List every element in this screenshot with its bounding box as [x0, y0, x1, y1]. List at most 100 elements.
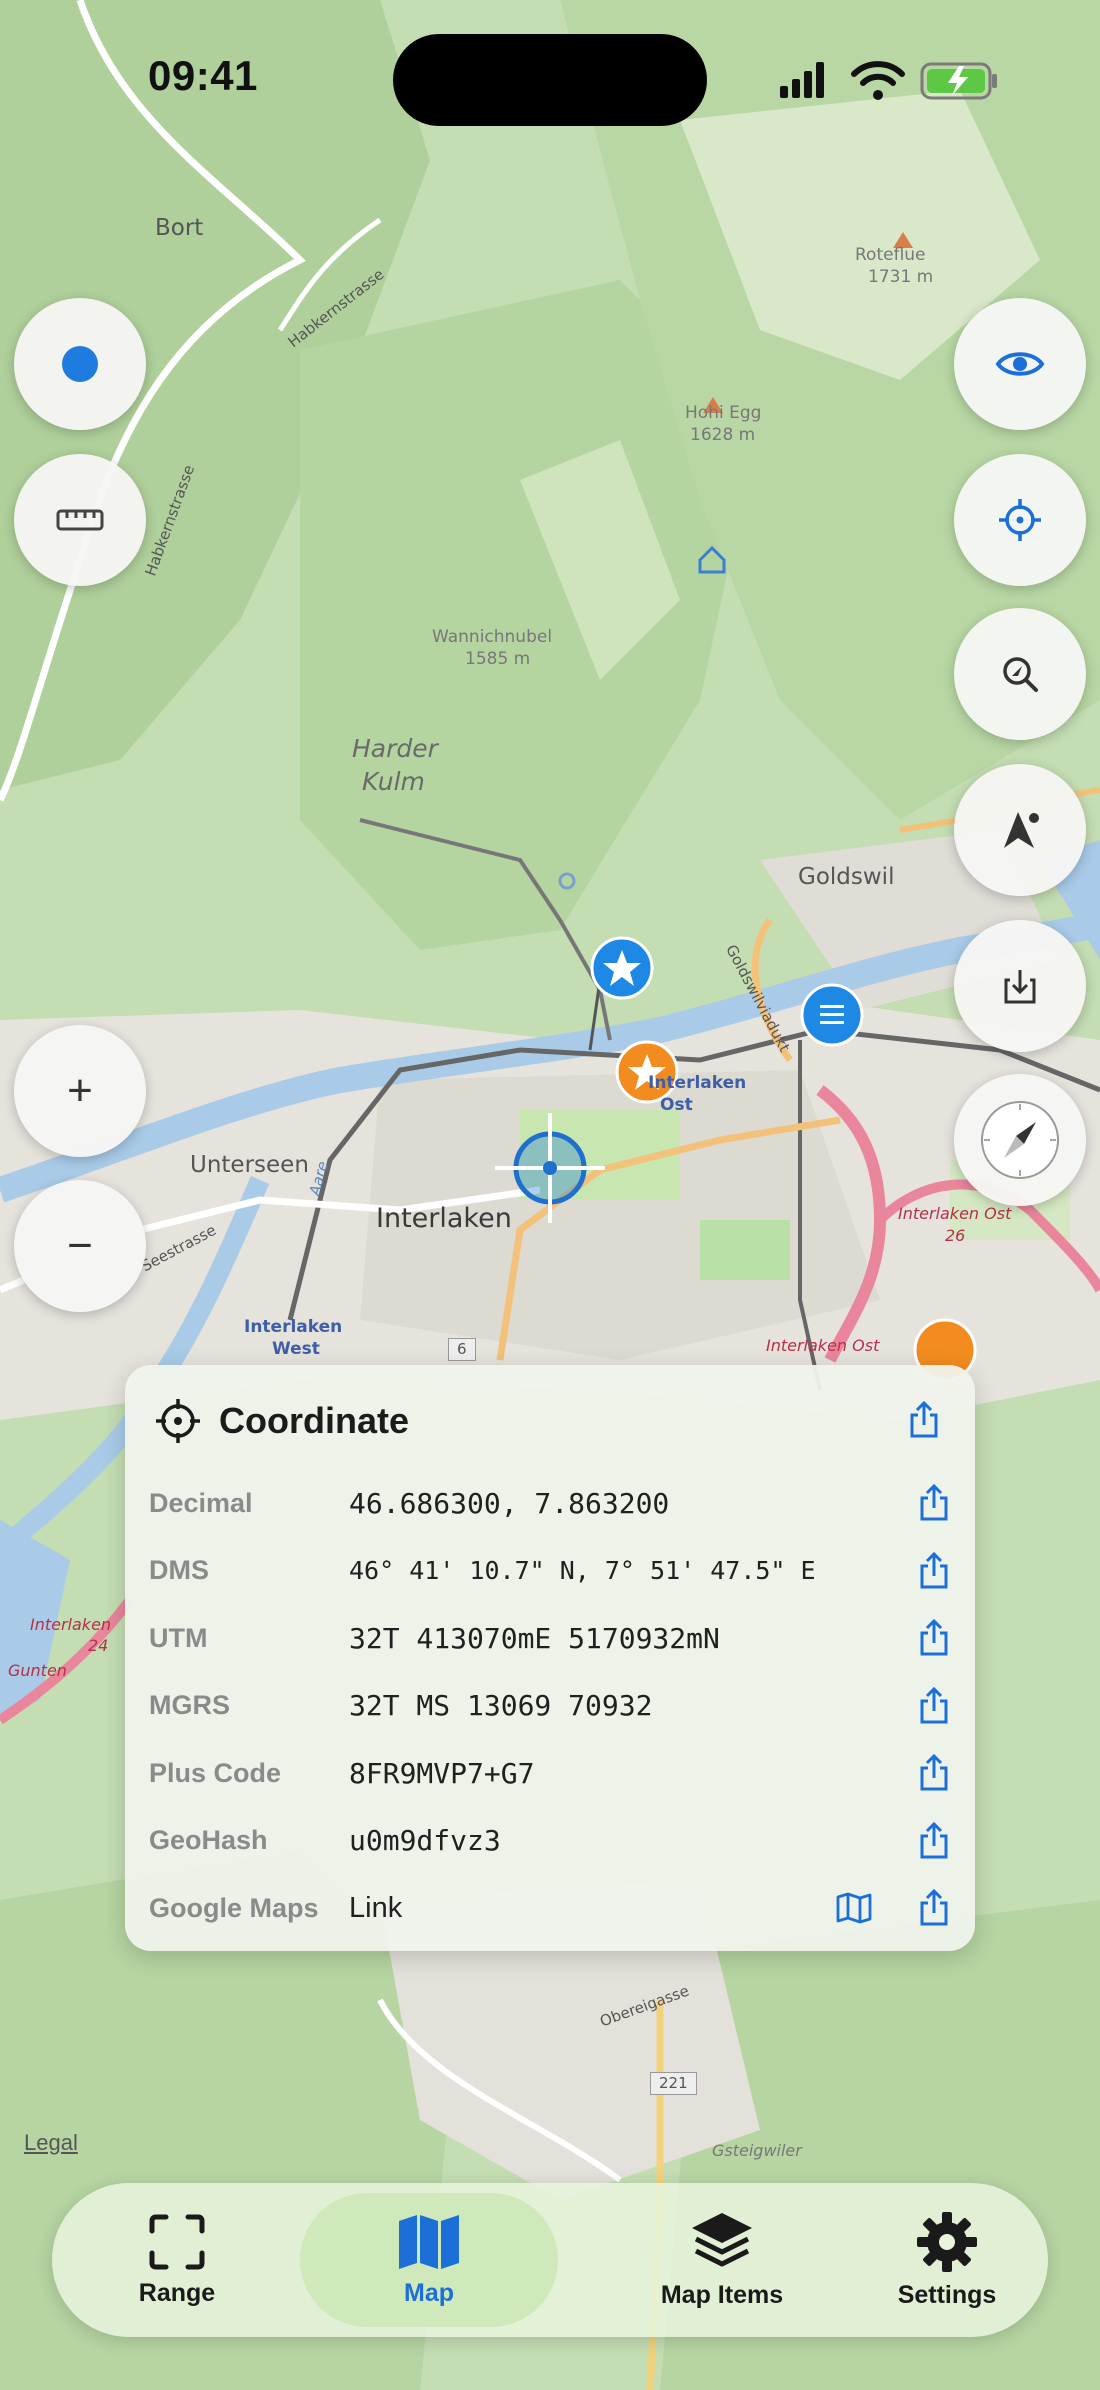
viewfinder-icon [149, 2214, 205, 2269]
map-label: 26 [945, 1226, 966, 1245]
coordinate-label: UTM [149, 1622, 208, 1653]
share-plus-code-button[interactable] [909, 1748, 959, 1798]
minus-icon: − [67, 1221, 93, 1270]
navigate-button[interactable] [954, 764, 1086, 896]
search-location-button[interactable] [954, 608, 1086, 740]
coordinate-row: GeoHash u0m9dfvz3 [149, 1816, 959, 1866]
map-view[interactable]: Bort Roteflue 1731 m Hohi Egg 1628 m Wan… [0, 0, 1100, 2390]
open-in-maps-button[interactable] [829, 1883, 879, 1933]
share-geohash-button[interactable] [909, 1816, 959, 1866]
coordinate-value: 32T 413070mE 5170932mN [349, 1621, 720, 1655]
map-label: 24 [88, 1636, 109, 1655]
map-label: Roteflue [855, 245, 926, 265]
coordinate-row: Google Maps Link [149, 1883, 959, 1933]
map-icon [836, 1892, 872, 1924]
share-utm-button[interactable] [909, 1613, 959, 1663]
wifi-icon [851, 61, 905, 100]
map-label: Ost [660, 1095, 693, 1115]
coordinate-label: Google Maps [149, 1892, 319, 1923]
crosshair-icon [156, 1399, 200, 1443]
map-label: 1628 m [690, 425, 756, 445]
navigation-arrow-icon [1004, 812, 1039, 848]
share-icon [920, 1551, 948, 1588]
status-time: 09:41 [148, 52, 258, 99]
tab-label: Map [404, 2278, 454, 2307]
share-icon [910, 1401, 938, 1438]
map-label: Hohi Egg [685, 403, 762, 423]
coordinate-label: Plus Code [149, 1757, 282, 1788]
map-label: Bort [155, 215, 204, 241]
map-label: Gunten [8, 1661, 67, 1680]
coordinate-label: GeoHash [149, 1825, 268, 1855]
search-icon [1003, 657, 1038, 692]
marker-list-blue[interactable] [800, 983, 864, 1047]
zoom-out-button[interactable]: − [14, 1180, 146, 1312]
map-label: Harder [352, 734, 438, 763]
gear-icon [917, 2211, 977, 2272]
map-label: West [272, 1339, 320, 1359]
tab-range[interactable]: Range [92, 2183, 262, 2337]
tab-label: Settings [897, 2280, 997, 2309]
ruler-button[interactable] [14, 454, 146, 586]
share-icon [920, 1619, 948, 1656]
share-icon [920, 1821, 948, 1858]
ruler-icon [56, 509, 104, 531]
crosshair-button[interactable] [954, 454, 1086, 586]
map-label: Interlaken Ost [898, 1204, 1012, 1223]
visibility-button[interactable] [954, 298, 1086, 430]
map-label: Unterseen [190, 1152, 309, 1178]
zoom-in-button[interactable]: + [14, 1025, 146, 1157]
coordinate-label: MGRS [149, 1690, 230, 1720]
eye-icon [995, 352, 1045, 376]
map-label: Interlaken [244, 1317, 343, 1337]
map-label: 6 [448, 1338, 476, 1362]
map-label: Kulm [362, 767, 425, 796]
coordinate-value: 46° 41' 10.7" N, 7° 51' 47.5" E [349, 1556, 816, 1585]
crosshair-icon [999, 499, 1041, 541]
share-google-maps-button[interactable] [909, 1883, 959, 1933]
coordinate-row: DMS 46° 41' 10.7" N, 7° 51' 47.5" E [149, 1546, 959, 1596]
coordinate-row: Plus Code 8FR9MVP7+G7 [149, 1748, 959, 1798]
coordinate-value: 32T MS 13069 70932 [349, 1689, 653, 1722]
compass-button[interactable] [954, 1074, 1086, 1206]
coordinate-card: Coordinate Decimal 46.686300, 7.863200 DMS… [125, 1365, 975, 1951]
map-label: Interlaken [376, 1203, 512, 1234]
map-label: 1731 m [868, 267, 934, 287]
coordinate-card-title: Coordinate [219, 1400, 410, 1441]
download-button[interactable] [954, 920, 1086, 1052]
share-mgrs-button[interactable] [909, 1681, 959, 1731]
share-decimal-button[interactable] [909, 1478, 959, 1528]
share-dms-button[interactable] [909, 1546, 959, 1596]
coordinate-card-header: Coordinate [155, 1393, 409, 1449]
coordinate-value: u0m9dfvz3 [349, 1824, 501, 1857]
map-canvas [0, 0, 1100, 2390]
map-icon [399, 2214, 459, 2269]
legal-link[interactable]: Legal [24, 2130, 78, 2156]
download-icon [1004, 970, 1036, 1004]
share-icon [920, 1686, 948, 1723]
map-label: Interlaken [30, 1615, 112, 1634]
map-label: Wannichnubel [432, 627, 553, 647]
battery-icon [920, 62, 997, 100]
layers-icon [692, 2212, 752, 2266]
tab-label: Range [138, 2278, 216, 2307]
tab-bar: Range Map Map Items Settings [52, 2183, 1048, 2337]
location-dot-icon [62, 346, 98, 382]
coordinate-value: 46.686300, 7.863200 [349, 1486, 670, 1520]
share-coordinate-button[interactable] [899, 1395, 949, 1445]
share-icon [920, 1484, 948, 1521]
map-label: Gsteigwiler [712, 2141, 802, 2160]
coordinate-row: UTM 32T 413070mE 5170932mN [149, 1613, 959, 1663]
tab-settings[interactable]: Settings [852, 2183, 1042, 2337]
marker-star-blue[interactable] [590, 936, 654, 1000]
tab-map[interactable]: Map [300, 2193, 558, 2327]
location-dot-button[interactable] [14, 298, 146, 430]
tab-map-items[interactable]: Map Items [592, 2183, 852, 2337]
map-label: Interlaken Ost [766, 1336, 880, 1355]
map-label: Interlaken [648, 1073, 747, 1093]
map-label: 1585 m [465, 649, 531, 669]
coordinate-label: DMS [149, 1555, 209, 1585]
signal-icon [780, 62, 824, 98]
share-icon [920, 1889, 948, 1926]
share-icon [920, 1754, 948, 1791]
